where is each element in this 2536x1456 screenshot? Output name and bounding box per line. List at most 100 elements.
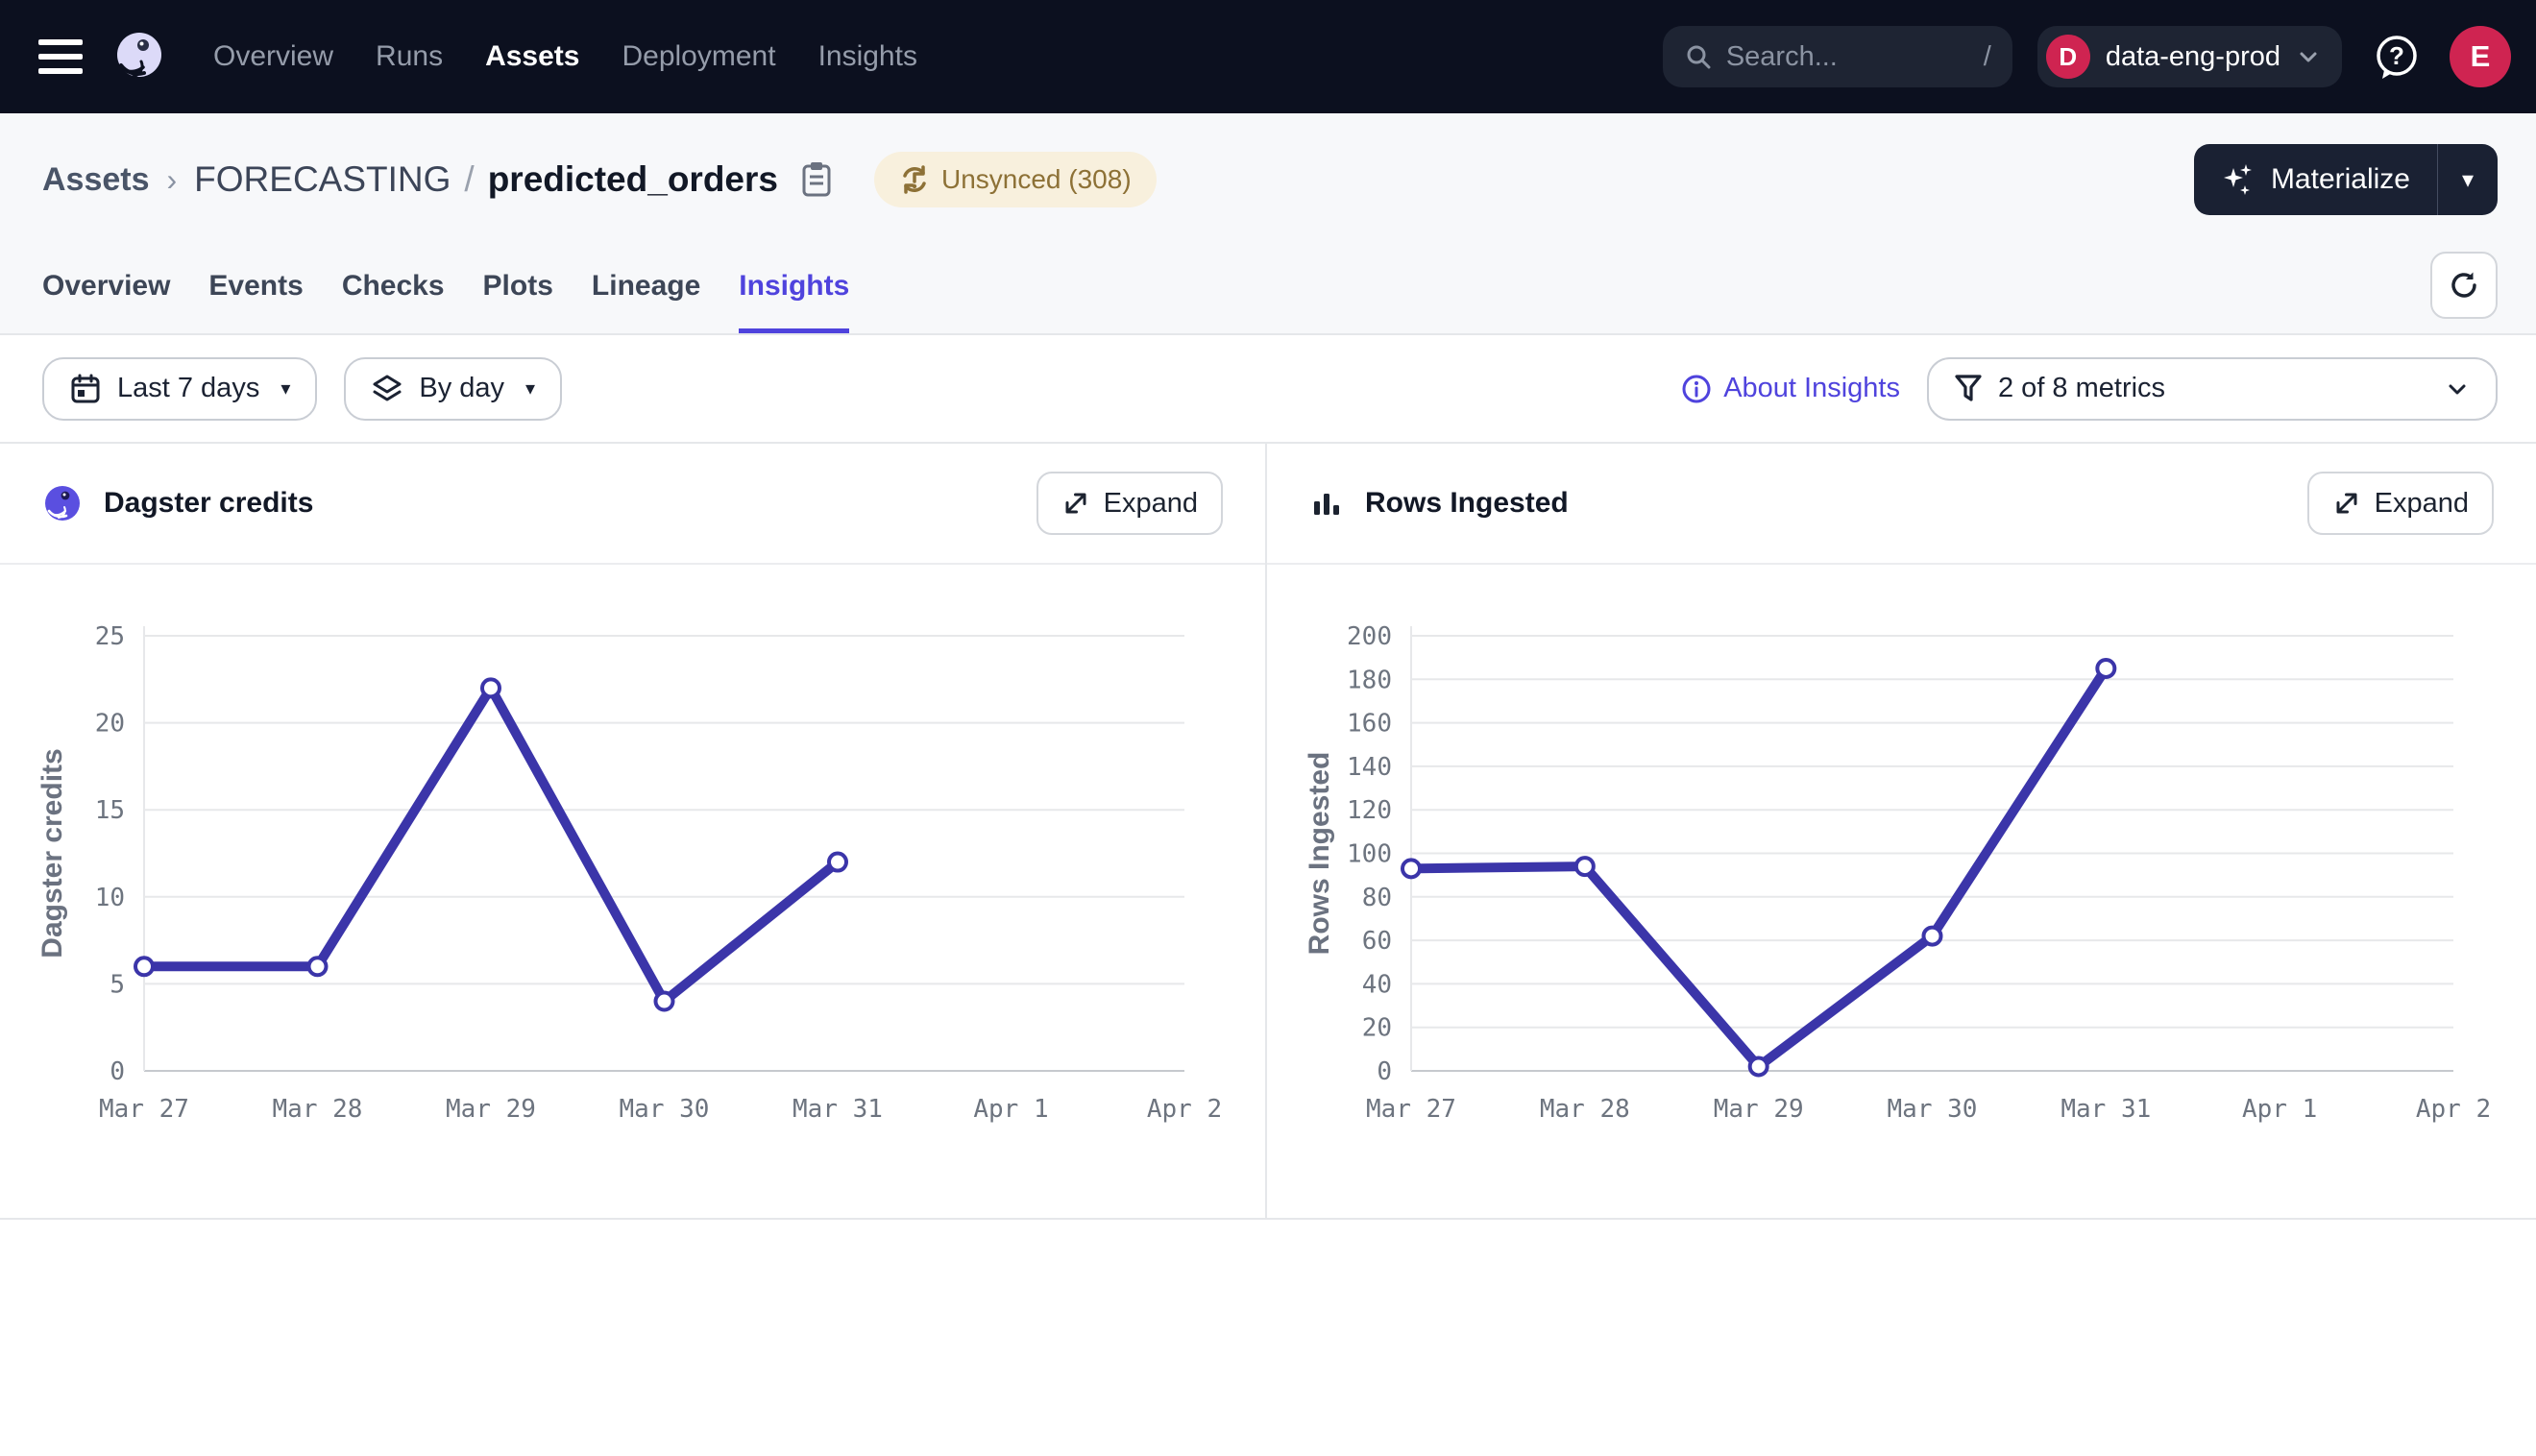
svg-text:Apr 2: Apr 2 [1147, 1095, 1222, 1124]
svg-text:20: 20 [95, 710, 125, 739]
chart-card-dagster-credits: Dagster credits Expand 0 5 10 15 20 25 Mar 27 M… [0, 444, 1267, 1218]
svg-text:Mar 27: Mar 27 [1366, 1095, 1456, 1124]
svg-text:Apr 1: Apr 1 [973, 1095, 1048, 1124]
search-input[interactable]: Search... / [1663, 26, 2012, 87]
layers-icon [371, 373, 403, 405]
breadcrumb: Assets › FORECASTING / predicted_orders [0, 113, 2536, 246]
nav-item-deployment[interactable]: Deployment [622, 40, 775, 73]
granularity-filter-button[interactable]: By day ▾ [344, 357, 562, 421]
svg-text:Mar 31: Mar 31 [2060, 1095, 2151, 1124]
about-insights-link[interactable]: About Insights [1681, 373, 1900, 404]
svg-text:40: 40 [1362, 970, 1392, 999]
metrics-select[interactable]: 2 of 8 metrics [1927, 357, 2498, 421]
materialize-split-button: Materialize ▾ [2194, 144, 2498, 215]
chart-card-rows-ingested: Rows Ingested Expand 0 20 40 60 80 100 120 140 1… [1267, 444, 2536, 1218]
tab-events[interactable]: Events [208, 246, 303, 333]
svg-text:Apr 2: Apr 2 [2416, 1095, 2491, 1124]
tab-checks[interactable]: Checks [342, 246, 445, 333]
primary-nav: Overview Runs Assets Deployment Insights [213, 40, 917, 73]
nav-item-assets[interactable]: Assets [485, 40, 579, 73]
refresh-button[interactable] [2430, 252, 2498, 319]
svg-text:Rows Ingested: Rows Ingested [1304, 752, 1335, 956]
user-avatar[interactable]: E [2450, 26, 2511, 87]
breadcrumb-separator: / [464, 159, 474, 200]
status-badge-label: Unsynced (308) [941, 164, 1132, 195]
chevron-down-icon [2296, 44, 2321, 69]
nav-item-overview[interactable]: Overview [213, 40, 333, 73]
bar-chart-icon [1309, 486, 1344, 521]
expand-button-dagster-credits[interactable]: Expand [1036, 472, 1223, 535]
expand-label: Expand [1104, 488, 1198, 520]
deployment-switcher[interactable]: D data-eng-prod [2037, 26, 2342, 87]
breadcrumb-assets-link[interactable]: Assets [42, 161, 150, 199]
line-chart-dagster-credits: 0510152025Mar 27Mar 28Mar 29Mar 30Mar 31… [0, 565, 1265, 1218]
svg-text:Apr 1: Apr 1 [2242, 1095, 2317, 1124]
svg-text:15: 15 [95, 796, 125, 825]
svg-text:140: 140 [1347, 753, 1392, 782]
dagster-logo-icon[interactable] [111, 29, 167, 85]
svg-text:Mar 28: Mar 28 [273, 1095, 363, 1124]
expand-icon [2332, 489, 2361, 518]
about-insights-label: About Insights [1723, 373, 1900, 404]
metrics-select-value: 2 of 8 metrics [1998, 373, 2165, 404]
svg-text:0: 0 [110, 1057, 125, 1086]
help-icon[interactable]: ? [2371, 31, 2423, 83]
svg-text:100: 100 [1347, 840, 1392, 869]
materialize-button[interactable]: Materialize [2194, 144, 2438, 215]
svg-text:180: 180 [1347, 666, 1392, 694]
expand-button-rows-ingested[interactable]: Expand [2307, 472, 2494, 535]
svg-text:200: 200 [1347, 622, 1392, 651]
svg-text:0: 0 [1377, 1057, 1392, 1086]
chart-title: Dagster credits [104, 487, 313, 520]
svg-text:Mar 27: Mar 27 [99, 1095, 189, 1124]
dagster-credits-icon [42, 483, 83, 523]
svg-text:Mar 29: Mar 29 [1714, 1095, 1804, 1124]
asset-tabs: Overview Events Checks Plots Lineage Ins… [0, 246, 2536, 333]
insights-filter-bar: Last 7 days ▾ By day ▾ About Insights [0, 335, 2536, 444]
svg-text:160: 160 [1347, 710, 1392, 739]
svg-text:60: 60 [1362, 927, 1392, 956]
search-shortcut: / [1984, 41, 1991, 73]
hamburger-menu-icon[interactable] [38, 39, 83, 74]
calendar-icon [69, 373, 102, 405]
filter-funnel-icon [1954, 374, 1983, 404]
svg-text:80: 80 [1362, 884, 1392, 912]
chevron-down-icon [2444, 376, 2471, 402]
nav-item-insights[interactable]: Insights [818, 40, 917, 73]
insights-charts-grid: Dagster credits Expand 0 5 10 15 20 25 Mar 27 M… [0, 444, 2536, 1220]
breadcrumb-group[interactable]: FORECASTING [194, 159, 451, 200]
nav-item-runs[interactable]: Runs [376, 40, 443, 73]
svg-text:Dagster credits: Dagster credits [37, 748, 68, 958]
svg-text:120: 120 [1347, 796, 1392, 825]
breadcrumb-chevron: › [167, 162, 178, 198]
refresh-icon [2447, 268, 2481, 303]
tab-lineage[interactable]: Lineage [592, 246, 700, 333]
unsynced-sync-icon [899, 164, 930, 195]
materialize-label: Materialize [2271, 163, 2410, 196]
svg-text:Mar 30: Mar 30 [1888, 1095, 1978, 1124]
status-badge[interactable]: Unsynced (308) [874, 152, 1157, 207]
deployment-avatar: D [2046, 35, 2090, 79]
tab-overview[interactable]: Overview [42, 246, 170, 333]
asset-subheader: Assets › FORECASTING / predicted_orders [0, 113, 2536, 335]
svg-text:5: 5 [110, 970, 125, 999]
materialize-dropdown-button[interactable]: ▾ [2438, 144, 2498, 215]
copy-asset-name-icon[interactable] [799, 160, 834, 199]
expand-icon [1061, 489, 1090, 518]
search-placeholder: Search... [1726, 41, 1838, 73]
svg-text:20: 20 [1362, 1014, 1392, 1043]
info-icon [1681, 374, 1712, 404]
svg-text:10: 10 [95, 884, 125, 912]
svg-text:Mar 30: Mar 30 [620, 1095, 710, 1124]
chart-title: Rows Ingested [1365, 487, 1569, 520]
svg-text:25: 25 [95, 622, 125, 651]
top-navbar: Overview Runs Assets Deployment Insights… [0, 0, 2536, 113]
svg-text:Mar 29: Mar 29 [446, 1095, 536, 1124]
svg-text:?: ? [2389, 41, 2404, 70]
tab-plots[interactable]: Plots [483, 246, 553, 333]
tab-insights[interactable]: Insights [739, 246, 849, 333]
caret-down-icon: ▾ [2462, 166, 2474, 194]
time-range-filter-button[interactable]: Last 7 days ▾ [42, 357, 317, 421]
caret-down-icon: ▾ [280, 376, 290, 400]
time-range-label: Last 7 days [117, 373, 259, 404]
